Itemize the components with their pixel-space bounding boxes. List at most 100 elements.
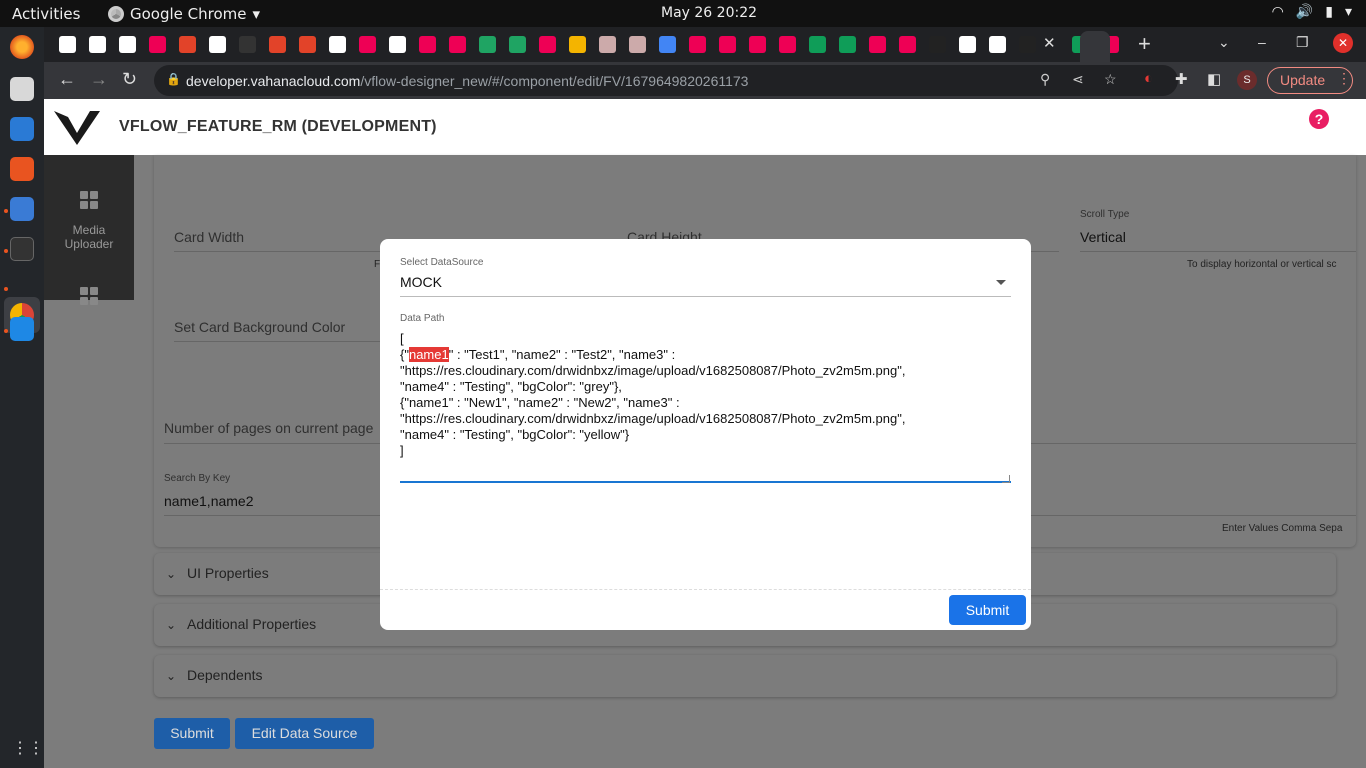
volume-icon: 🔊 bbox=[1295, 4, 1314, 20]
firefox-icon[interactable] bbox=[10, 35, 34, 59]
running-indicator bbox=[4, 329, 8, 333]
tab-favicon[interactable] bbox=[929, 36, 946, 53]
vahana-logo bbox=[54, 111, 100, 145]
sidebar: Media Uploader bbox=[44, 155, 134, 305]
scroll-type-select[interactable]: Vertical bbox=[1080, 229, 1126, 245]
help-icon[interactable]: ? bbox=[1309, 109, 1329, 129]
tab-favicon[interactable] bbox=[809, 36, 826, 53]
tab-favicon[interactable] bbox=[119, 36, 136, 53]
tab-favicon[interactable] bbox=[899, 36, 916, 53]
tab-favicon[interactable] bbox=[959, 36, 976, 53]
tab-favicon[interactable] bbox=[989, 36, 1006, 53]
text-editor-icon[interactable] bbox=[10, 197, 34, 221]
profile-avatar[interactable]: S bbox=[1237, 70, 1257, 90]
lock-icon[interactable]: 🔒 bbox=[166, 72, 181, 86]
running-indicator bbox=[4, 287, 8, 291]
running-indicator bbox=[4, 249, 8, 253]
reload-button[interactable]: ↻ bbox=[122, 69, 137, 90]
scroll-type-label: Scroll Type bbox=[1080, 209, 1130, 220]
tab-favicon[interactable] bbox=[509, 36, 526, 53]
side-panel-icon[interactable]: ◧ bbox=[1207, 70, 1221, 88]
tab-favicon[interactable] bbox=[869, 36, 886, 53]
tab-favicon[interactable] bbox=[239, 36, 256, 53]
active-tab[interactable] bbox=[1080, 31, 1110, 62]
edit-data-source-button[interactable]: Edit Data Source bbox=[235, 718, 374, 749]
terminal-icon[interactable] bbox=[10, 237, 34, 261]
back-button[interactable]: ← bbox=[58, 69, 76, 90]
extension-icon[interactable]: ◐ bbox=[1144, 70, 1153, 87]
dock: ⋮⋮⋮ bbox=[0, 27, 60, 768]
tab-favicon[interactable] bbox=[779, 36, 796, 53]
data-path-textarea[interactable]: [{"name1" : "Test1", "name2" : "Test2", … bbox=[400, 331, 1011, 483]
tab-favicon[interactable] bbox=[329, 36, 346, 53]
tab-favicon[interactable] bbox=[179, 36, 196, 53]
page-submit-button[interactable]: Submit bbox=[154, 718, 230, 749]
tab-close-icon[interactable]: ✕ bbox=[1043, 34, 1056, 52]
window-close-button[interactable]: ✕ bbox=[1333, 33, 1353, 53]
tab-favicon[interactable] bbox=[89, 36, 106, 53]
search-key-hint: Enter Values Comma Sepa bbox=[1222, 523, 1343, 534]
tab-favicon[interactable] bbox=[419, 36, 436, 53]
sidebar-item-media-uploader[interactable]: Media Uploader bbox=[44, 223, 134, 251]
kebab-menu-icon[interactable]: ⋮ bbox=[1337, 70, 1351, 87]
tab-favicon[interactable] bbox=[299, 36, 316, 53]
tab-favicon[interactable] bbox=[659, 36, 676, 53]
card-width-label: Card Width bbox=[174, 229, 245, 245]
tab-favicon[interactable] bbox=[569, 36, 586, 53]
grid-icon[interactable] bbox=[80, 287, 98, 305]
new-tab-button[interactable]: + bbox=[1138, 31, 1151, 57]
tab-favicon[interactable] bbox=[389, 36, 406, 53]
restore-button[interactable]: ❐ bbox=[1296, 34, 1309, 51]
bookmark-star-icon[interactable]: ☆ bbox=[1104, 71, 1117, 88]
modal-submit-button[interactable]: Submit bbox=[949, 595, 1026, 625]
tab-search-icon[interactable]: ⌄ bbox=[1218, 34, 1230, 51]
media-uploader-icon[interactable] bbox=[80, 191, 98, 209]
wifi-icon: ◠ bbox=[1271, 4, 1284, 20]
clock[interactable]: May 26 20:22 bbox=[661, 5, 757, 21]
app-menu[interactable]: Google Chrome ▾ bbox=[108, 5, 260, 23]
url-text[interactable]: developer.vahanacloud.com/vflow-designer… bbox=[186, 73, 748, 89]
activities-button[interactable]: Activities bbox=[12, 5, 80, 23]
tab-favicon[interactable] bbox=[59, 36, 76, 53]
chrome-icon bbox=[108, 6, 124, 22]
system-tray[interactable]: ◠ 🔊 ▮ ▾ bbox=[1272, 4, 1352, 20]
tab-favicon[interactable] bbox=[359, 36, 376, 53]
tab-favicon[interactable] bbox=[479, 36, 496, 53]
writer-icon[interactable] bbox=[10, 117, 34, 141]
tab-favicon[interactable] bbox=[689, 36, 706, 53]
location-icon[interactable]: ⚲ bbox=[1040, 71, 1050, 88]
tab-favicon[interactable] bbox=[269, 36, 286, 53]
search-key-input[interactable]: name1,name2 bbox=[164, 493, 254, 509]
app-header: VFLOW_FEATURE_RM (DEVELOPMENT) ? bbox=[44, 99, 1366, 155]
textarea-resize-handle[interactable] bbox=[1002, 475, 1010, 483]
datasource-select[interactable]: MOCK bbox=[400, 274, 442, 290]
forward-button[interactable]: → bbox=[90, 69, 108, 90]
share-icon[interactable]: ⋖ bbox=[1072, 71, 1084, 88]
data-source-modal: Select DataSource MOCK Data Path [{"name… bbox=[380, 239, 1031, 630]
tab-favicon[interactable] bbox=[1019, 36, 1036, 53]
accordion-dependents[interactable]: ⌄ Dependents bbox=[154, 655, 1336, 697]
tab-favicon[interactable] bbox=[539, 36, 556, 53]
battery-icon: ▮ bbox=[1325, 4, 1333, 20]
tab-favicon[interactable] bbox=[719, 36, 736, 53]
software-icon[interactable] bbox=[10, 157, 34, 181]
tab-favicon[interactable] bbox=[449, 36, 466, 53]
tab-favicon[interactable] bbox=[209, 36, 226, 53]
bg-color-input[interactable] bbox=[174, 341, 380, 342]
dropdown-caret-icon[interactable] bbox=[996, 280, 1006, 285]
tab-favicon[interactable] bbox=[749, 36, 766, 53]
tab-favicon[interactable] bbox=[149, 36, 166, 53]
tab-favicon[interactable] bbox=[839, 36, 856, 53]
tab-favicon[interactable] bbox=[629, 36, 646, 53]
vscode-icon[interactable] bbox=[10, 317, 34, 341]
tab-favicon[interactable] bbox=[599, 36, 616, 53]
address-bar[interactable]: 🔒 developer.vahanacloud.com/vflow-design… bbox=[154, 65, 1178, 96]
system-top-bar: Activities Google Chrome ▾ May 26 20:22 … bbox=[0, 0, 1366, 27]
minimize-button[interactable]: – bbox=[1258, 34, 1266, 50]
files-icon[interactable] bbox=[10, 77, 34, 101]
running-indicator bbox=[4, 209, 8, 213]
scroll-type-underline bbox=[1080, 251, 1356, 252]
datasource-underline bbox=[400, 296, 1011, 297]
extensions-puzzle-icon[interactable]: ✚ bbox=[1175, 70, 1188, 88]
data-path-label: Data Path bbox=[400, 313, 445, 324]
